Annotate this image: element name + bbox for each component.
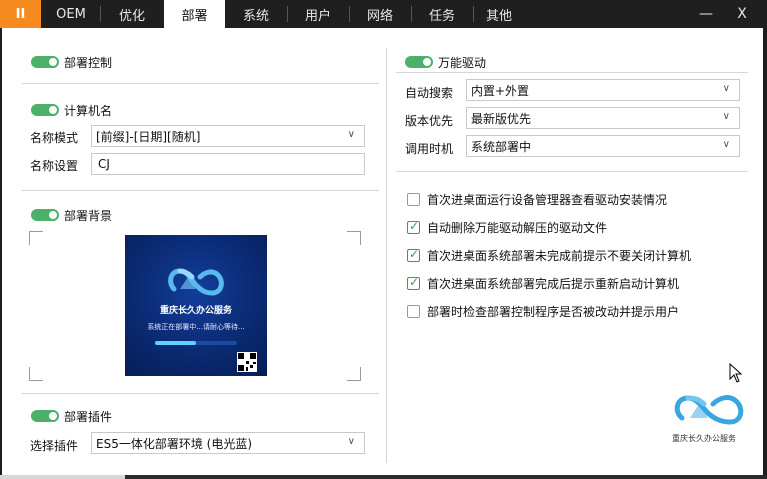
frame-corner bbox=[347, 367, 361, 381]
tab-system[interactable]: 系统 bbox=[226, 0, 286, 28]
section-divider bbox=[22, 83, 379, 84]
brand-text: 重庆长久办公服务 bbox=[672, 434, 736, 443]
auto-search-value: 内置+外置 bbox=[471, 83, 530, 98]
section-divider bbox=[396, 72, 748, 73]
version-priority-value: 最新版优先 bbox=[471, 111, 532, 126]
minimize-button[interactable]: — bbox=[686, 0, 726, 28]
tab-other[interactable]: 其他 bbox=[474, 0, 524, 28]
bottom-strip-highlight bbox=[0, 475, 125, 479]
computer-name-label: 计算机名 bbox=[64, 104, 113, 118]
frame-corner bbox=[347, 231, 361, 245]
frame-corner bbox=[29, 367, 43, 381]
universal-driver-label: 万能驱动 bbox=[438, 56, 487, 70]
option-label[interactable]: 首次进桌面系统部署完成后提示重新启动计算机 bbox=[427, 275, 679, 292]
auto-search-label: 自动搜索 bbox=[405, 86, 454, 100]
plugin-select-value: ES5一体化部署环境 (电光蓝) bbox=[96, 436, 253, 451]
option-label[interactable]: 自动删除万能驱动解压的驱动文件 bbox=[427, 219, 607, 236]
frame-corner bbox=[29, 231, 43, 245]
brand-logo-icon bbox=[674, 395, 744, 425]
call-time-label: 调用时机 bbox=[405, 142, 454, 156]
name-mode-label: 名称模式 bbox=[30, 131, 79, 145]
close-button[interactable]: X bbox=[722, 0, 762, 28]
chevron-down-icon: ∨ bbox=[347, 436, 355, 447]
name-mode-value: [前缀]-[日期][随机] bbox=[96, 129, 201, 144]
option-label[interactable]: 部署时检查部署控制程序是否被改动并提示用户 bbox=[427, 303, 679, 320]
computer-name-toggle[interactable] bbox=[31, 104, 59, 116]
tab-users[interactable]: 用户 bbox=[288, 0, 348, 28]
chevron-down-icon: ∨ bbox=[722, 83, 730, 94]
preview-title: 重庆长久办公服务 bbox=[159, 306, 232, 316]
tab-network[interactable]: 网络 bbox=[350, 0, 410, 28]
background-preview-image[interactable]: 重庆长久办公服务 系统正在部署中...请耐心等待... bbox=[125, 235, 267, 376]
top-tab-bar: II OEM 优化 部署 系统 用户 网络 任务 其他 — X bbox=[0, 0, 767, 28]
option-label[interactable]: 首次进桌面系统部署未完成前提示不要关闭计算机 bbox=[427, 247, 691, 264]
preview-progress-fill bbox=[155, 341, 196, 345]
deploy-control-toggle[interactable] bbox=[31, 56, 59, 68]
option-checkbox[interactable] bbox=[407, 305, 420, 318]
tab-tasks[interactable]: 任务 bbox=[412, 0, 472, 28]
section-divider bbox=[396, 171, 748, 172]
option-checkbox[interactable] bbox=[407, 247, 420, 262]
section-divider bbox=[22, 393, 379, 394]
option-checkbox[interactable] bbox=[407, 219, 420, 234]
deploy-background-label: 部署背景 bbox=[64, 209, 113, 223]
universal-driver-toggle[interactable] bbox=[405, 56, 433, 68]
option-checkbox[interactable] bbox=[407, 275, 420, 290]
deploy-plugin-label: 部署插件 bbox=[64, 410, 113, 424]
option-checkbox[interactable] bbox=[407, 193, 420, 206]
version-priority-select[interactable]: 最新版优先 ∨ bbox=[466, 107, 740, 129]
plugin-select[interactable]: ES5一体化部署环境 (电光蓝) ∨ bbox=[91, 432, 365, 454]
chevron-down-icon: ∨ bbox=[722, 111, 730, 122]
qr-code-icon bbox=[237, 352, 257, 372]
auto-search-select[interactable]: 内置+外置 ∨ bbox=[466, 79, 740, 101]
column-divider bbox=[386, 48, 387, 463]
call-time-value: 系统部署中 bbox=[471, 139, 532, 154]
tab-deploy[interactable]: 部署 bbox=[164, 0, 225, 28]
infinity-logo-icon bbox=[168, 268, 224, 296]
section-divider bbox=[22, 190, 379, 191]
version-priority-label: 版本优先 bbox=[405, 114, 454, 128]
select-plugin-label: 选择插件 bbox=[30, 439, 79, 453]
mouse-cursor-icon bbox=[729, 363, 743, 383]
name-mode-select[interactable]: [前缀]-[日期][随机] ∨ bbox=[91, 125, 365, 147]
name-setting-label: 名称设置 bbox=[30, 159, 79, 173]
option-label[interactable]: 首次进桌面运行设备管理器查看驱动安装情况 bbox=[427, 191, 667, 208]
tab-oem[interactable]: OEM bbox=[43, 0, 99, 28]
chevron-down-icon: ∨ bbox=[722, 139, 730, 150]
pause-button[interactable]: II bbox=[0, 0, 41, 28]
preview-subtitle: 系统正在部署中...请耐心等待... bbox=[147, 323, 245, 331]
chevron-down-icon: ∨ bbox=[347, 129, 355, 140]
call-time-select[interactable]: 系统部署中 ∨ bbox=[466, 135, 740, 157]
tab-optimize[interactable]: 优化 bbox=[101, 0, 163, 28]
deploy-plugin-toggle[interactable] bbox=[31, 410, 59, 422]
deploy-control-label: 部署控制 bbox=[64, 56, 113, 70]
deploy-settings-panel: 部署控制 计算机名 名称模式 [前缀]-[日期][随机] ∨ 名称设置 CJ 部… bbox=[2, 28, 763, 475]
name-setting-input[interactable]: CJ bbox=[91, 153, 365, 175]
deploy-background-toggle[interactable] bbox=[31, 209, 59, 221]
